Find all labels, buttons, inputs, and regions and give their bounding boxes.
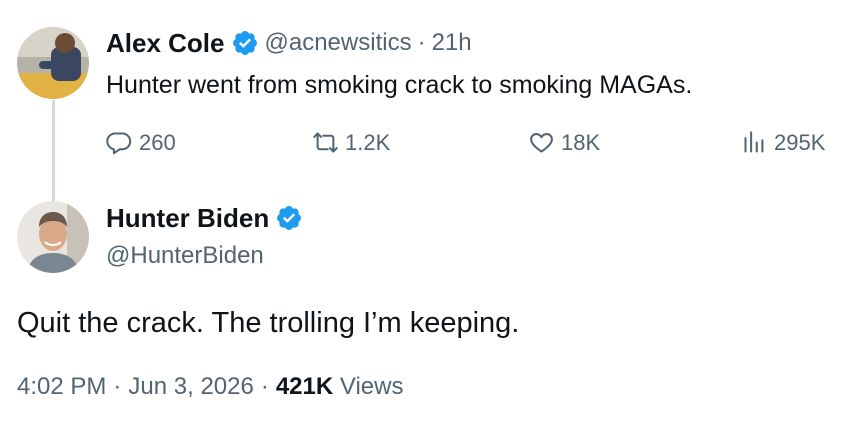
author-handle[interactable]: @HunterBiden: [106, 242, 264, 270]
verified-badge-icon: [232, 31, 257, 55]
repost-icon: [313, 132, 338, 153]
meta-separator: ·: [113, 373, 122, 400]
views-count: 295K: [774, 129, 826, 155]
tweet-timestamp[interactable]: 21h: [432, 29, 472, 57]
avatar-hunter-biden[interactable]: [17, 201, 89, 273]
verified-badge-icon: [277, 206, 302, 230]
tweet-meta: 4:02 PM · Jun 3, 2026 · 421K Views: [17, 373, 403, 401]
reply-icon: [106, 132, 132, 155]
views-button[interactable]: 295K: [741, 129, 825, 156]
parent-tweet-header: Alex Cole @acnewsitics · 21h: [106, 28, 472, 58]
author-handle[interactable]: @acnewsitics: [265, 29, 412, 57]
like-icon: [530, 133, 553, 153]
parent-tweet-text: Hunter went from smoking crack to smokin…: [106, 71, 693, 99]
author-name[interactable]: Alex Cole: [106, 28, 225, 58]
like-button[interactable]: 18K: [528, 129, 600, 156]
reply-tweet-header: Hunter Biden: [106, 203, 303, 233]
avatar-alex-cole[interactable]: [17, 27, 89, 99]
reply-count: 260: [139, 129, 176, 155]
reply-tweet-text: Quit the crack. The trolling I’m keeping…: [17, 307, 520, 339]
meta-separator: ·: [260, 373, 269, 400]
views-icon: [744, 131, 764, 153]
reply-button[interactable]: 260: [106, 129, 176, 156]
header-separator: ·: [417, 29, 426, 56]
author-name[interactable]: Hunter Biden: [106, 203, 269, 233]
repost-count: 1.2K: [345, 129, 391, 155]
tweet-date[interactable]: Jun 3, 2026: [128, 373, 253, 401]
repost-button[interactable]: 1.2K: [312, 129, 390, 156]
views-label: Views: [339, 373, 404, 400]
like-count: 18K: [561, 129, 601, 155]
thread-connector-line: [52, 100, 55, 206]
avatar-photo-icon: [17, 27, 89, 99]
tweet-time[interactable]: 4:02 PM: [17, 373, 106, 401]
avatar-photo-icon: [17, 201, 89, 273]
views-total: 421K: [275, 373, 334, 400]
